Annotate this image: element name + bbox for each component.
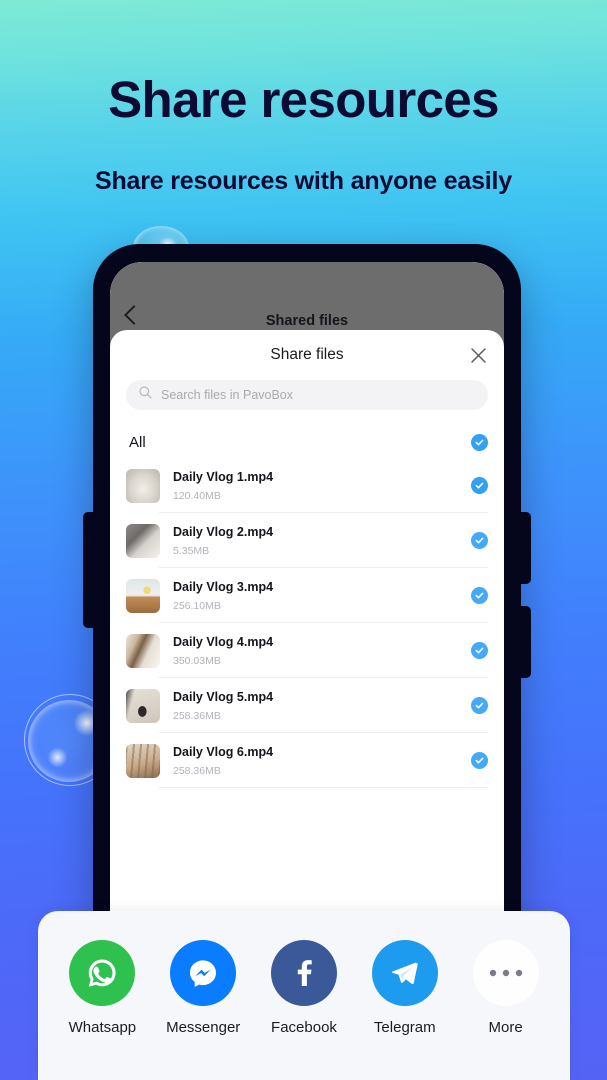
search-container: Search files in PavoBox	[110, 380, 504, 410]
file-name: Daily Vlog 5.mp4	[173, 690, 274, 705]
share-target-label: More	[488, 1019, 523, 1036]
table-row[interactable]: Daily Vlog 5.mp4 258.36MB	[112, 678, 502, 733]
page-subtitle: Share resources with anyone easily	[94, 167, 512, 195]
phone-side-button-left	[83, 512, 95, 628]
share-target-label: Whatsapp	[68, 1019, 137, 1036]
share-target-label: Facebook	[271, 1019, 337, 1036]
file-name: Daily Vlog 2.mp4	[173, 525, 274, 540]
share-target-more[interactable]: More	[460, 940, 552, 1036]
file-thumbnail	[126, 468, 160, 503]
file-thumbnail	[126, 743, 160, 778]
file-size: 256.10MB	[173, 599, 221, 612]
file-checkbox[interactable]	[471, 752, 488, 769]
table-row[interactable]: Daily Vlog 4.mp4 350.03MB	[112, 623, 502, 678]
facebook-icon	[270, 940, 337, 1006]
file-info: Daily Vlog 4.mp4 350.03MB	[173, 634, 471, 667]
table-row[interactable]: Daily Vlog 6.mp4 258.36MB	[112, 733, 502, 788]
phone-mockup: Shared files Share files Search files in…	[83, 244, 531, 930]
row-divider	[159, 787, 488, 788]
phone-side-button-right-upper	[519, 512, 531, 584]
table-row[interactable]: Daily Vlog 2.mp4 5.35MB	[112, 513, 502, 568]
sheet-title: Share files	[270, 346, 344, 363]
app-title: Shared files	[265, 313, 349, 329]
share-target-messenger[interactable]: Messenger	[157, 940, 249, 1036]
share-files-sheet: Share files Search files in PavoBox All …	[110, 330, 504, 930]
file-checkbox[interactable]	[471, 532, 488, 549]
file-thumbnail	[126, 633, 160, 668]
close-icon[interactable]	[466, 343, 490, 367]
file-checkbox[interactable]	[471, 642, 488, 659]
table-row[interactable]: Daily Vlog 3.mp4 256.10MB	[112, 568, 502, 623]
file-checkbox[interactable]	[471, 587, 488, 604]
file-list: All Daily Vlog 1.mp4 120.40MB Daily Vlog…	[110, 426, 504, 788]
file-name: Daily Vlog 3.mp4	[173, 580, 274, 595]
file-info: Daily Vlog 2.mp4 5.35MB	[173, 524, 471, 557]
file-checkbox[interactable]	[471, 697, 488, 714]
select-all-checkbox[interactable]	[471, 433, 488, 451]
share-target-bar: Whatsapp Messenger Facebook Telegram Mor…	[38, 911, 570, 1080]
whatsapp-icon	[69, 940, 136, 1006]
search-input[interactable]: Search files in PavoBox	[126, 380, 488, 410]
file-size: 258.36MB	[173, 764, 221, 777]
file-thumbnail	[126, 688, 160, 723]
table-row[interactable]: Daily Vlog 1.mp4 120.40MB	[112, 458, 502, 513]
telegram-icon	[371, 940, 438, 1006]
file-info: Daily Vlog 6.mp4 258.36MB	[173, 744, 471, 777]
file-info: Daily Vlog 5.mp4 258.36MB	[173, 689, 471, 722]
file-name: Daily Vlog 4.mp4	[173, 635, 274, 650]
search-icon	[139, 386, 152, 404]
file-size: 120.40MB	[173, 489, 221, 502]
share-target-telegram[interactable]: Telegram	[359, 940, 451, 1036]
file-thumbnail	[126, 523, 160, 558]
search-placeholder: Search files in PavoBox	[161, 388, 294, 402]
sheet-header: Share files	[110, 330, 504, 380]
file-size: 350.03MB	[173, 654, 221, 667]
select-all-row[interactable]: All	[112, 426, 502, 458]
file-info: Daily Vlog 1.mp4 120.40MB	[173, 469, 471, 502]
phone-screen: Shared files Share files Search files in…	[110, 262, 504, 930]
messenger-icon	[170, 940, 237, 1006]
file-size: 258.36MB	[173, 709, 221, 722]
more-dots-icon	[472, 940, 539, 1006]
share-target-label: Telegram	[373, 1019, 436, 1036]
share-target-label: Messenger	[166, 1019, 241, 1036]
page-title: Share resources	[108, 71, 499, 128]
file-name: Daily Vlog 6.mp4	[173, 745, 274, 760]
share-target-facebook[interactable]: Facebook	[258, 940, 350, 1036]
file-thumbnail	[126, 578, 160, 613]
file-checkbox[interactable]	[471, 477, 488, 494]
share-target-whatsapp[interactable]: Whatsapp	[56, 940, 148, 1036]
phone-side-button-right-lower	[519, 606, 531, 678]
select-all-label: All	[129, 433, 146, 451]
file-info: Daily Vlog 3.mp4 256.10MB	[173, 579, 471, 612]
file-size: 5.35MB	[173, 544, 210, 557]
file-name: Daily Vlog 1.mp4	[173, 470, 274, 485]
